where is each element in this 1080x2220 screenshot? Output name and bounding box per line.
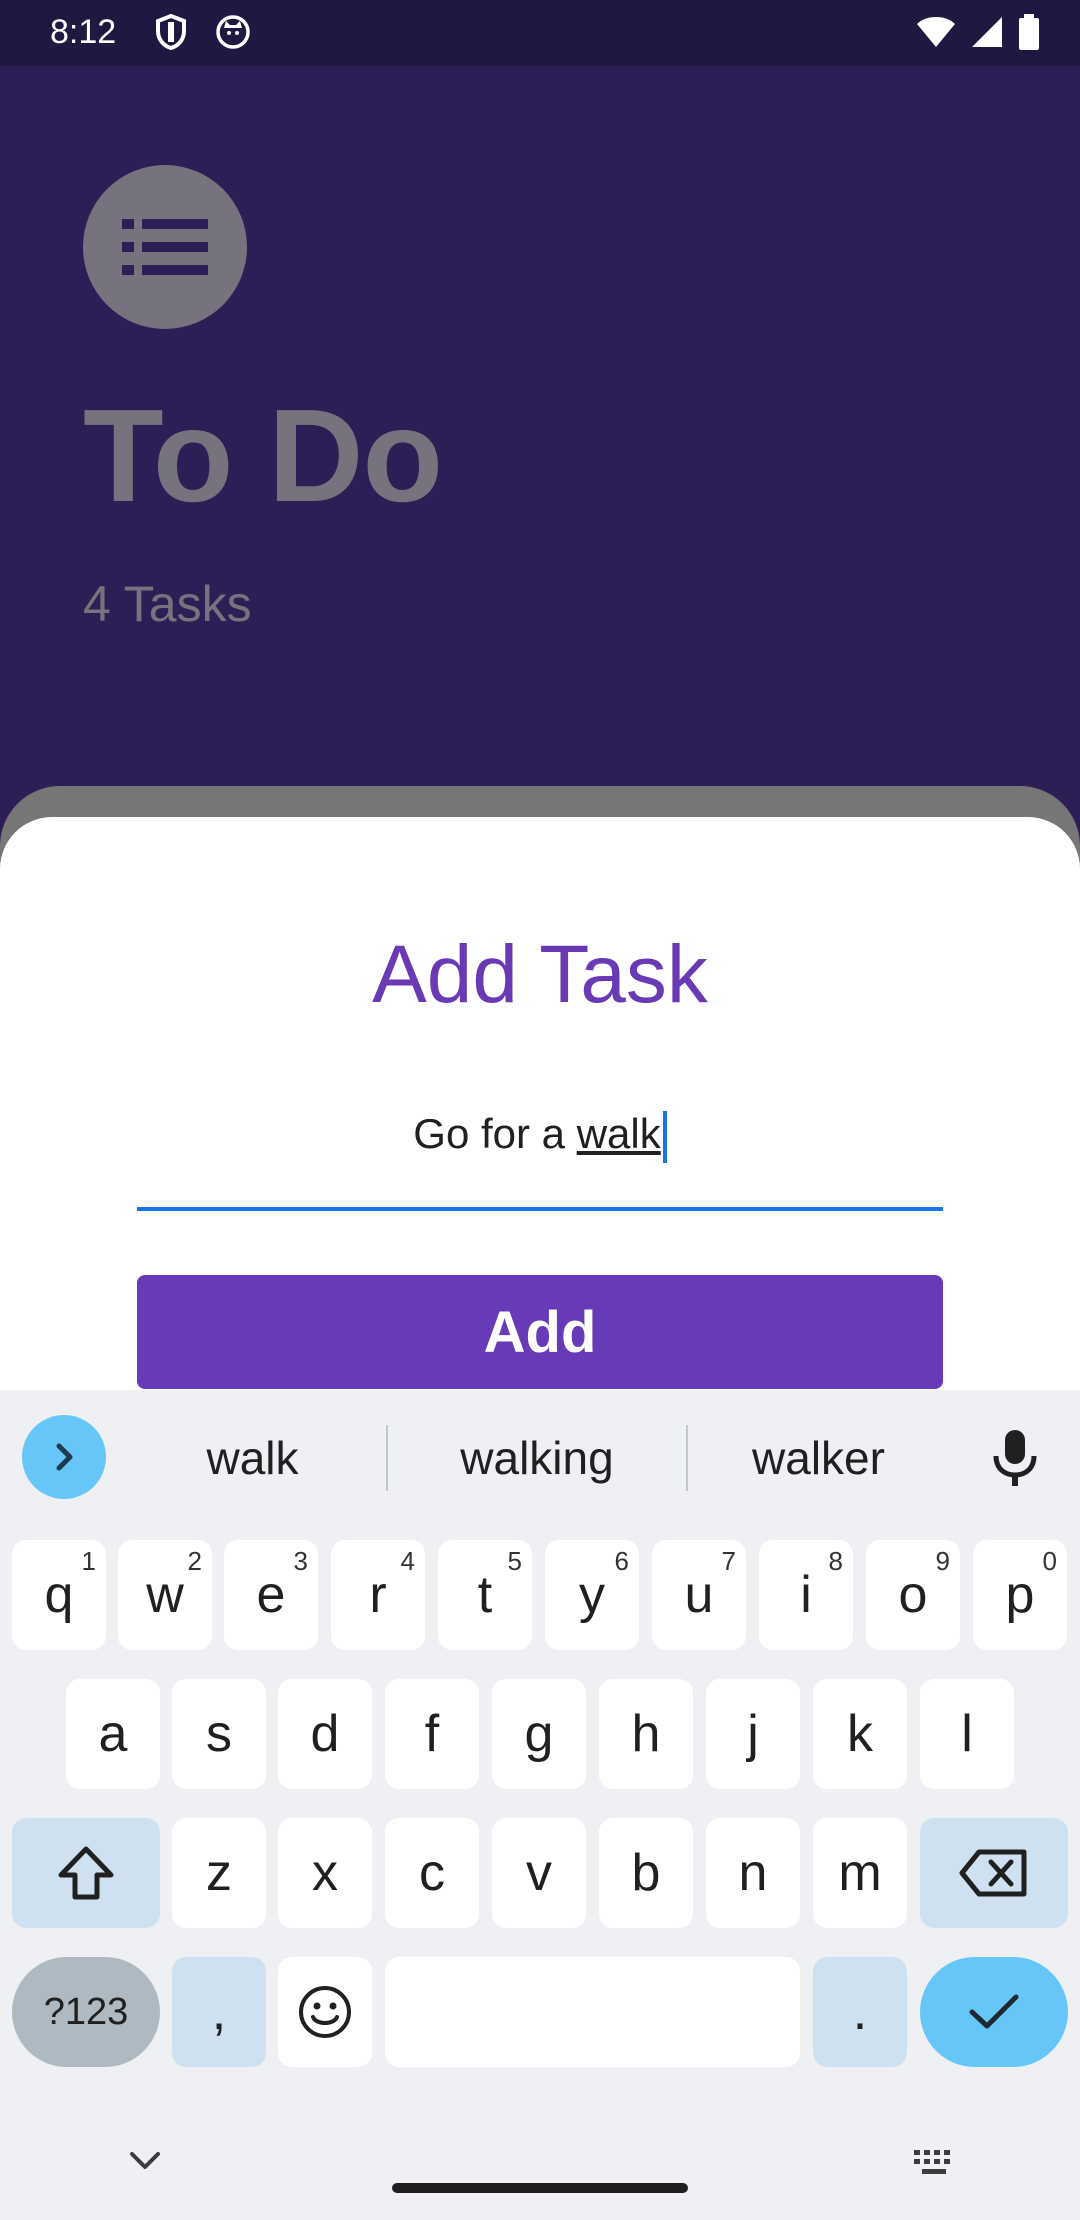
key-t[interactable]: t5 — [438, 1540, 532, 1650]
enter-key[interactable] — [920, 1957, 1068, 2067]
key-u[interactable]: u7 — [652, 1540, 746, 1650]
suggestion-divider — [686, 1425, 688, 1491]
add-task-sheet: Add Task Go for a walk Add — [0, 817, 1080, 1390]
background-app: To Do 4 Tasks — [0, 66, 1080, 926]
key-g[interactable]: g — [492, 1679, 586, 1789]
suggestion-3[interactable]: walker — [696, 1418, 941, 1498]
app-title: To Do — [83, 382, 443, 529]
key-s[interactable]: s — [172, 1679, 266, 1789]
shield-icon — [155, 13, 187, 55]
shift-icon — [58, 1846, 114, 1900]
key-m[interactable]: m — [813, 1818, 907, 1928]
task-input[interactable]: Go for a walk — [137, 1102, 943, 1166]
key-v[interactable]: v — [492, 1818, 586, 1928]
suggestion-bar: walk walking walker — [0, 1390, 1080, 1525]
keyboard: walk walking walker q1 w2 e3 r4 t5 y6 u7… — [0, 1390, 1080, 2220]
keyboard-switch-icon[interactable] — [912, 2148, 958, 2181]
key-y[interactable]: y6 — [545, 1540, 639, 1650]
emoji-icon — [299, 1986, 351, 2038]
checkmark-icon — [969, 1994, 1019, 2029]
comma-key[interactable]: , — [172, 1957, 266, 2067]
key-a[interactable]: a — [66, 1679, 160, 1789]
key-o[interactable]: o9 — [866, 1540, 960, 1650]
add-button[interactable]: Add — [137, 1275, 943, 1389]
suggestion-divider — [386, 1425, 388, 1491]
chevron-down-icon[interactable] — [128, 2150, 162, 2177]
symbols-key[interactable]: ?123 — [12, 1957, 160, 2067]
task-count: 4 Tasks — [83, 576, 252, 632]
input-text: Go for a — [413, 1110, 577, 1157]
key-c[interactable]: c — [385, 1818, 479, 1928]
status-time: 8:12 — [50, 13, 117, 51]
text-cursor — [662, 1110, 667, 1163]
cat-face-icon — [215, 14, 251, 55]
key-k[interactable]: k — [813, 1679, 907, 1789]
shift-key[interactable] — [12, 1818, 160, 1928]
key-w[interactable]: w2 — [118, 1540, 212, 1650]
key-n[interactable]: n — [706, 1818, 800, 1928]
key-h[interactable]: h — [599, 1679, 693, 1789]
status-bar: 8:12 — [0, 0, 1080, 66]
expand-toolbar-button[interactable] — [22, 1415, 106, 1499]
chevron-right-icon — [56, 1443, 73, 1471]
suggestion-1[interactable]: walk — [130, 1418, 375, 1498]
dialog-title: Add Task — [372, 929, 708, 1020]
list-icon — [83, 165, 247, 329]
signal-icon — [970, 15, 1004, 54]
key-p[interactable]: p0 — [973, 1540, 1067, 1650]
key-e[interactable]: e3 — [224, 1540, 318, 1650]
emoji-key[interactable] — [278, 1957, 372, 2067]
home-indicator[interactable] — [392, 2183, 688, 2193]
period-key[interactable]: . — [813, 1957, 907, 2067]
battery-icon — [1018, 14, 1040, 55]
input-composing-word: walk — [576, 1110, 661, 1157]
key-b[interactable]: b — [599, 1818, 693, 1928]
key-i[interactable]: i8 — [759, 1540, 853, 1650]
spacebar[interactable] — [385, 1957, 800, 2067]
input-underline — [137, 1207, 943, 1211]
key-l[interactable]: l — [920, 1679, 1014, 1789]
key-r[interactable]: r4 — [331, 1540, 425, 1650]
key-z[interactable]: z — [172, 1818, 266, 1928]
backspace-icon — [959, 1849, 1027, 1897]
wifi-icon — [916, 16, 956, 53]
key-d[interactable]: d — [278, 1679, 372, 1789]
backspace-key[interactable] — [920, 1818, 1068, 1928]
key-q[interactable]: q1 — [12, 1540, 106, 1650]
microphone-icon[interactable] — [990, 1428, 1040, 1493]
navigation-bar — [0, 2110, 1080, 2220]
suggestion-2[interactable]: walking — [396, 1418, 678, 1498]
key-j[interactable]: j — [706, 1679, 800, 1789]
key-x[interactable]: x — [278, 1818, 372, 1928]
key-f[interactable]: f — [385, 1679, 479, 1789]
